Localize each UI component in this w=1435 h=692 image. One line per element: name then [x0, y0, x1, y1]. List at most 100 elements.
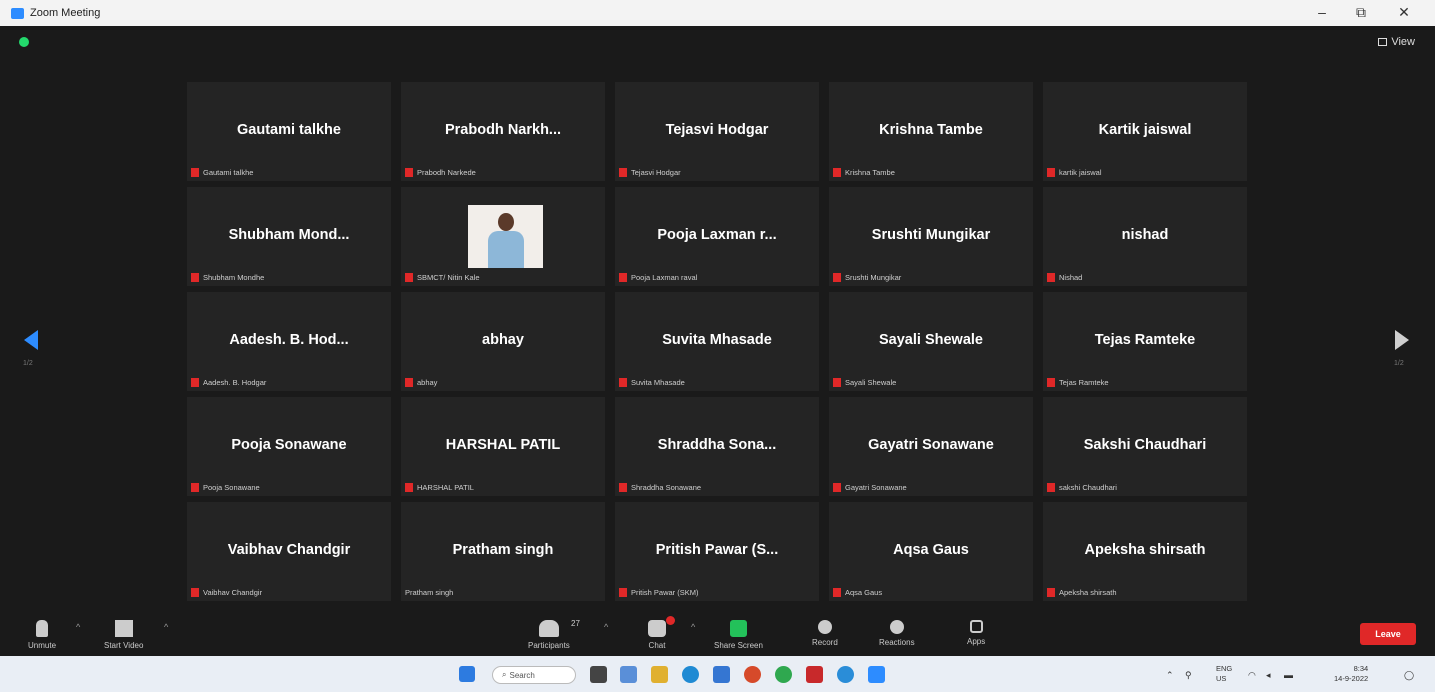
participant-name-text: Pooja Laxman raval [631, 273, 698, 282]
chrome-icon[interactable] [775, 666, 792, 683]
view-button[interactable]: View [1378, 36, 1415, 48]
edge-browser-icon[interactable] [682, 666, 699, 683]
participant-tile[interactable]: HARSHAL PATIL HARSHAL PATIL [401, 397, 605, 496]
share-screen-icon [729, 620, 747, 637]
participant-tile[interactable]: Tejasvi Hodgar Tejasvi Hodgar [615, 82, 819, 181]
pdf-reader-icon[interactable] [806, 666, 823, 683]
participant-tile[interactable]: Tejas Ramteke Tejas Ramteke [1043, 292, 1247, 391]
minimize-button[interactable]: – [1310, 4, 1334, 20]
notifications-icon[interactable]: ◯ [1404, 670, 1414, 681]
participant-tile[interactable]: abhay abhay [401, 292, 605, 391]
video-options-chevron-icon[interactable]: ^ [164, 622, 168, 632]
muted-microphone-icon [191, 378, 199, 387]
participant-display-name: Prabodh Narkh... [444, 122, 562, 138]
participant-name-label: Shubham Mondhe [191, 273, 264, 282]
muted-microphone-icon [405, 168, 413, 177]
security-shield-icon[interactable] [19, 37, 29, 47]
chat-button[interactable]: Chat [648, 620, 666, 650]
participant-name-text: Suvita Mhasade [631, 378, 685, 387]
participant-tile[interactable]: Pooja Laxman r... Pooja Laxman raval [615, 187, 819, 286]
participants-chevron-icon[interactable]: ^ [604, 622, 608, 632]
participant-tile[interactable]: Prabodh Narkh... Prabodh Narkede [401, 82, 605, 181]
audio-options-chevron-icon[interactable]: ^ [76, 622, 80, 632]
leave-button[interactable]: Leave [1360, 623, 1416, 645]
battery-icon[interactable]: ▬ [1284, 670, 1293, 680]
start-video-button[interactable]: Start Video [104, 620, 143, 650]
participant-tile[interactable]: Shubham Mond... Shubham Mondhe [187, 187, 391, 286]
next-page-arrow-icon[interactable] [1395, 330, 1409, 350]
participant-tile[interactable]: nishad Nishad [1043, 187, 1247, 286]
meeting-toolbar: Unmute ^ Start Video ^ Participants 27 ^… [0, 614, 1435, 656]
window-title: Zoom Meeting [30, 7, 101, 19]
unmute-label: Unmute [28, 641, 57, 650]
muted-microphone-icon [405, 483, 413, 492]
app-icon[interactable] [744, 666, 761, 683]
participant-name-label: Pooja Sonawane [191, 483, 260, 492]
record-label: Record [812, 638, 838, 647]
participant-name-label: Vaibhav Chandgir [191, 588, 262, 597]
chat-unread-badge [666, 616, 675, 625]
participant-tile[interactable]: Pooja Sonawane Pooja Sonawane [187, 397, 391, 496]
next-page-label: 1/2 [1394, 360, 1404, 367]
apps-icon [969, 620, 983, 633]
participant-name-text: Aqsa Gaus [845, 588, 883, 597]
store-icon[interactable] [713, 666, 730, 683]
participant-tile[interactable]: Srushti Mungikar Srushti Mungikar [829, 187, 1033, 286]
participant-tile[interactable]: Apeksha shirsath Apeksha shirsath [1043, 502, 1247, 601]
wifi-icon[interactable]: ◠ [1248, 670, 1256, 681]
participant-name-text: Prabodh Narkede [417, 168, 476, 177]
muted-microphone-icon [191, 483, 199, 492]
participant-tile[interactable]: Vaibhav Chandgir Vaibhav Chandgir [187, 502, 391, 601]
close-button[interactable]: ✕ [1392, 4, 1416, 21]
reactions-button[interactable]: Reactions [879, 620, 915, 647]
share-screen-label: Share Screen [714, 641, 763, 650]
participant-tile[interactable]: Pritish Pawar (S... Pritish Pawar (SKM) [615, 502, 819, 601]
widgets-icon[interactable] [620, 666, 637, 683]
participant-name-label: Tejas Ramteke [1047, 378, 1109, 387]
participant-name-text: Shraddha Sonawane [631, 483, 702, 492]
participant-tile[interactable]: Sakshi Chaudhari sakshi Chaudhari [1043, 397, 1247, 496]
volume-icon[interactable]: ◂ [1266, 670, 1271, 681]
clock[interactable]: 8:34 14-9-2022 [1334, 664, 1368, 684]
task-view-icon[interactable] [590, 666, 607, 683]
muted-microphone-icon [405, 378, 413, 387]
participant-tile[interactable]: Kartik jaiswal kartik jaiswal [1043, 82, 1247, 181]
participant-tile[interactable]: Krishna Tambe Krishna Tambe [829, 82, 1033, 181]
participant-tile[interactable]: Aqsa Gaus Aqsa Gaus [829, 502, 1033, 601]
muted-microphone-icon [619, 168, 627, 177]
participant-tile[interactable]: Aadesh. B. Hod... Aadesh. B. Hodgar [187, 292, 391, 391]
start-menu-icon[interactable] [459, 666, 475, 682]
participant-tile[interactable]: Gayatri Sonawane Gayatri Sonawane [829, 397, 1033, 496]
restore-button[interactable]: ⧉ [1349, 4, 1373, 21]
participant-name-text: HARSHAL PATIL [417, 483, 474, 492]
tray-device-icon[interactable]: ⚲ [1185, 670, 1192, 681]
participant-tile[interactable]: Suvita Mhasade Suvita Mhasade [615, 292, 819, 391]
taskbar-search-box[interactable]: ⌕ Search [492, 666, 576, 684]
participant-tile[interactable]: Sayali Shewale Sayali Shewale [829, 292, 1033, 391]
participant-tile[interactable]: Pratham singh Pratham singh [401, 502, 605, 601]
participant-name-text: Gautami talkhe [203, 168, 254, 177]
language-indicator[interactable]: ENG US [1216, 664, 1232, 684]
participant-name-text: abhay [417, 378, 438, 387]
participant-tile[interactable]: SBMCT/ Nitin Kale [401, 187, 605, 286]
tray-chevron-icon[interactable]: ⌃ [1166, 670, 1174, 681]
previous-page-arrow-icon[interactable] [24, 330, 38, 350]
app-icon-2[interactable] [837, 666, 854, 683]
participants-button[interactable]: Participants [528, 620, 570, 650]
participants-icon [538, 620, 559, 637]
record-button[interactable]: Record [812, 620, 838, 647]
participant-display-name: Vaibhav Chandgir [227, 542, 351, 558]
participant-name-label: Gautami talkhe [191, 168, 253, 177]
apps-button[interactable]: Apps [967, 620, 985, 646]
participant-name-text: Shubham Mondhe [203, 273, 265, 282]
participant-display-name: Gautami talkhe [237, 122, 341, 138]
chat-chevron-icon[interactable]: ^ [691, 622, 695, 632]
participant-display-name: Krishna Tambe [879, 122, 983, 138]
muted-microphone-icon [1047, 483, 1055, 492]
share-screen-button[interactable]: Share Screen [714, 620, 763, 650]
participant-tile[interactable]: Shraddha Sona... Shraddha Sonawane [615, 397, 819, 496]
file-explorer-icon[interactable] [651, 666, 668, 683]
participant-tile[interactable]: Gautami talkhe Gautami talkhe [187, 82, 391, 181]
zoom-taskbar-icon[interactable] [868, 666, 885, 683]
unmute-button[interactable]: Unmute [28, 620, 56, 650]
